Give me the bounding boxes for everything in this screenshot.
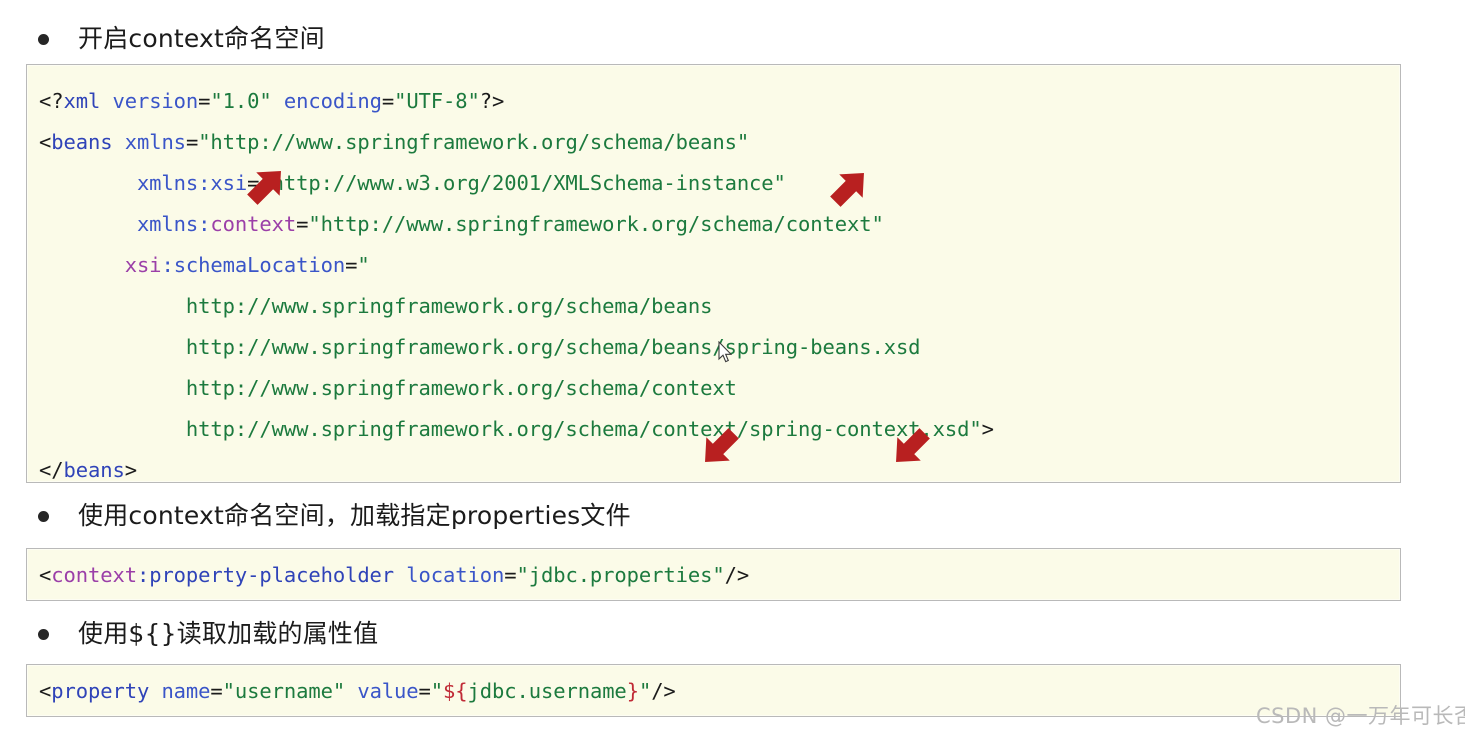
code-token-attr: encoding bbox=[283, 89, 382, 113]
code-token-eq: = bbox=[418, 679, 431, 703]
code-token-punct bbox=[112, 130, 124, 154]
code-token-punct bbox=[345, 679, 357, 703]
code-token-eq: = bbox=[345, 253, 358, 277]
code-token-tag: property-placeholder bbox=[149, 563, 395, 587]
code-token-punct: > bbox=[124, 458, 137, 482]
code-token-attr: : bbox=[161, 253, 174, 277]
code-line: <?xml version="1.0" encoding="UTF-8"?> bbox=[39, 81, 1400, 122]
code-token-val: " bbox=[638, 679, 652, 703]
code-token-punct: /> bbox=[651, 679, 676, 703]
code-token-val: jdbc.username bbox=[467, 679, 627, 703]
bullet-item-read-property-value: 使用${}读取加载的属性值 bbox=[38, 619, 378, 649]
code-token-punct bbox=[39, 253, 125, 277]
code-token-punct bbox=[39, 171, 137, 195]
code-lines-xml-namespace: <?xml version="1.0" encoding="UTF-8"?> <b… bbox=[27, 65, 1400, 507]
code-token-tag: : bbox=[136, 563, 150, 587]
code-token-val: "http://www.springframework.org/schema/c… bbox=[308, 212, 884, 236]
code-block-property-placeholder[interactable]: <context:property-placeholder location="… bbox=[26, 548, 1401, 601]
code-line: http://www.springframework.org/schema/be… bbox=[39, 286, 1400, 327]
code-token-val: http://www.springframework.org/schema/co… bbox=[185, 417, 982, 441]
code-token-eq: = bbox=[296, 212, 309, 236]
code-token-attr: xmlns: bbox=[136, 212, 211, 236]
code-token-punct: <? bbox=[39, 89, 64, 113]
code-token-punct: ?> bbox=[479, 89, 505, 113]
bullet-dot-icon bbox=[38, 510, 49, 522]
code-line: xmlns:xsi="http://www.w3.org/2001/XMLSch… bbox=[39, 163, 1400, 204]
code-token-val: "http://www.w3.org/2001/XMLSchema-instan… bbox=[259, 171, 786, 195]
code-token-punct bbox=[394, 563, 406, 587]
code-token-attr: schemaLocation bbox=[173, 253, 346, 277]
code-token-ns: context bbox=[51, 563, 137, 587]
code-token-punct bbox=[39, 335, 186, 359]
code-block-property-value[interactable]: <property name="username" value="${jdbc.… bbox=[26, 664, 1401, 717]
bullet-label: 使用${}读取加载的属性值 bbox=[78, 619, 379, 648]
code-line: <context:property-placeholder location="… bbox=[39, 555, 1400, 596]
code-token-punct: < bbox=[39, 130, 52, 154]
code-token-eq: = bbox=[247, 171, 260, 195]
code-token-punct bbox=[149, 679, 161, 703]
code-token-punct bbox=[39, 294, 186, 318]
code-line: <beans xmlns="http://www.springframework… bbox=[39, 122, 1400, 163]
code-token-punct: /> bbox=[724, 563, 750, 587]
code-token-tag: beans bbox=[51, 130, 113, 154]
code-lines-property-value: <property name="username" value="${jdbc.… bbox=[27, 665, 1400, 718]
code-token-val: http://www.springframework.org/schema/co… bbox=[185, 376, 737, 400]
code-token-tag: property bbox=[51, 679, 150, 703]
code-token-eq: = bbox=[185, 130, 199, 154]
code-token-punct: < bbox=[39, 563, 52, 587]
code-token-tag: beans bbox=[63, 458, 125, 482]
code-token-val: "http://www.springframework.org/schema/b… bbox=[198, 130, 750, 154]
code-token-punct: </ bbox=[39, 458, 64, 482]
bullet-label: 使用context命名空间，加载指定properties文件 bbox=[78, 501, 631, 530]
bullet-dot-icon bbox=[38, 33, 49, 45]
code-token-punct: < bbox=[39, 679, 52, 703]
code-line: http://www.springframework.org/schema/co… bbox=[39, 368, 1400, 409]
code-line: xmlns:context="http://www.springframewor… bbox=[39, 204, 1400, 245]
code-token-attr: location bbox=[406, 563, 505, 587]
code-token-punct bbox=[39, 376, 186, 400]
code-token-eq: = bbox=[381, 89, 395, 113]
bullet-item-open-context-namespace: 开启context命名空间 bbox=[38, 24, 325, 54]
code-token-punct bbox=[272, 89, 284, 113]
code-token-attr: value bbox=[357, 679, 419, 703]
code-token-val: "jdbc.properties" bbox=[516, 563, 725, 587]
code-token-eq: = bbox=[198, 89, 211, 113]
code-token-punct bbox=[100, 89, 112, 113]
bullet-dot-icon bbox=[38, 628, 49, 640]
code-token-val: http://www.springframework.org/schema/be… bbox=[185, 335, 921, 359]
code-token-eq: = bbox=[210, 679, 223, 703]
code-token-attr: xmlns bbox=[124, 130, 186, 154]
slide-page: 开启context命名空间 <?xml version="1.0" encodi… bbox=[0, 0, 1465, 733]
code-token-pi: xml bbox=[63, 89, 101, 113]
code-token-punct bbox=[39, 212, 137, 236]
code-token-attr: xmlns:xsi bbox=[136, 171, 248, 195]
code-lines-property-placeholder: <context:property-placeholder location="… bbox=[27, 549, 1400, 602]
code-token-val: "username" bbox=[222, 679, 346, 703]
code-block-xml-namespace[interactable]: <?xml version="1.0" encoding="UTF-8"?> <b… bbox=[26, 64, 1401, 483]
code-token-ns: xsi bbox=[124, 253, 162, 277]
code-token-punct bbox=[39, 417, 186, 441]
code-token-punct: > bbox=[981, 417, 994, 441]
code-token-attr: version bbox=[112, 89, 199, 113]
code-token-val: http://www.springframework.org/schema/be… bbox=[185, 294, 713, 318]
bullet-item-use-context-namespace: 使用context命名空间，加载指定properties文件 bbox=[38, 501, 631, 531]
csdn-watermark: CSDN @一万年可长否 bbox=[1256, 704, 1465, 728]
code-line: xsi:schemaLocation=" bbox=[39, 245, 1400, 286]
code-line: <property name="username" value="${jdbc.… bbox=[39, 671, 1400, 712]
code-line: </beans> bbox=[39, 450, 1400, 491]
code-token-expr: ${ bbox=[443, 679, 468, 703]
code-line: http://www.springframework.org/schema/co… bbox=[39, 409, 1400, 450]
code-token-ns: context bbox=[210, 212, 297, 236]
code-line: http://www.springframework.org/schema/be… bbox=[39, 327, 1400, 368]
code-token-expr: } bbox=[626, 679, 639, 703]
code-token-val: " bbox=[357, 253, 370, 277]
code-token-val: "1.0" bbox=[210, 89, 272, 113]
bullet-label: 开启context命名空间 bbox=[78, 24, 325, 53]
code-token-val: "UTF-8" bbox=[394, 89, 480, 113]
code-token-val: " bbox=[430, 679, 444, 703]
code-token-eq: = bbox=[504, 563, 517, 587]
code-token-attr: name bbox=[161, 679, 211, 703]
